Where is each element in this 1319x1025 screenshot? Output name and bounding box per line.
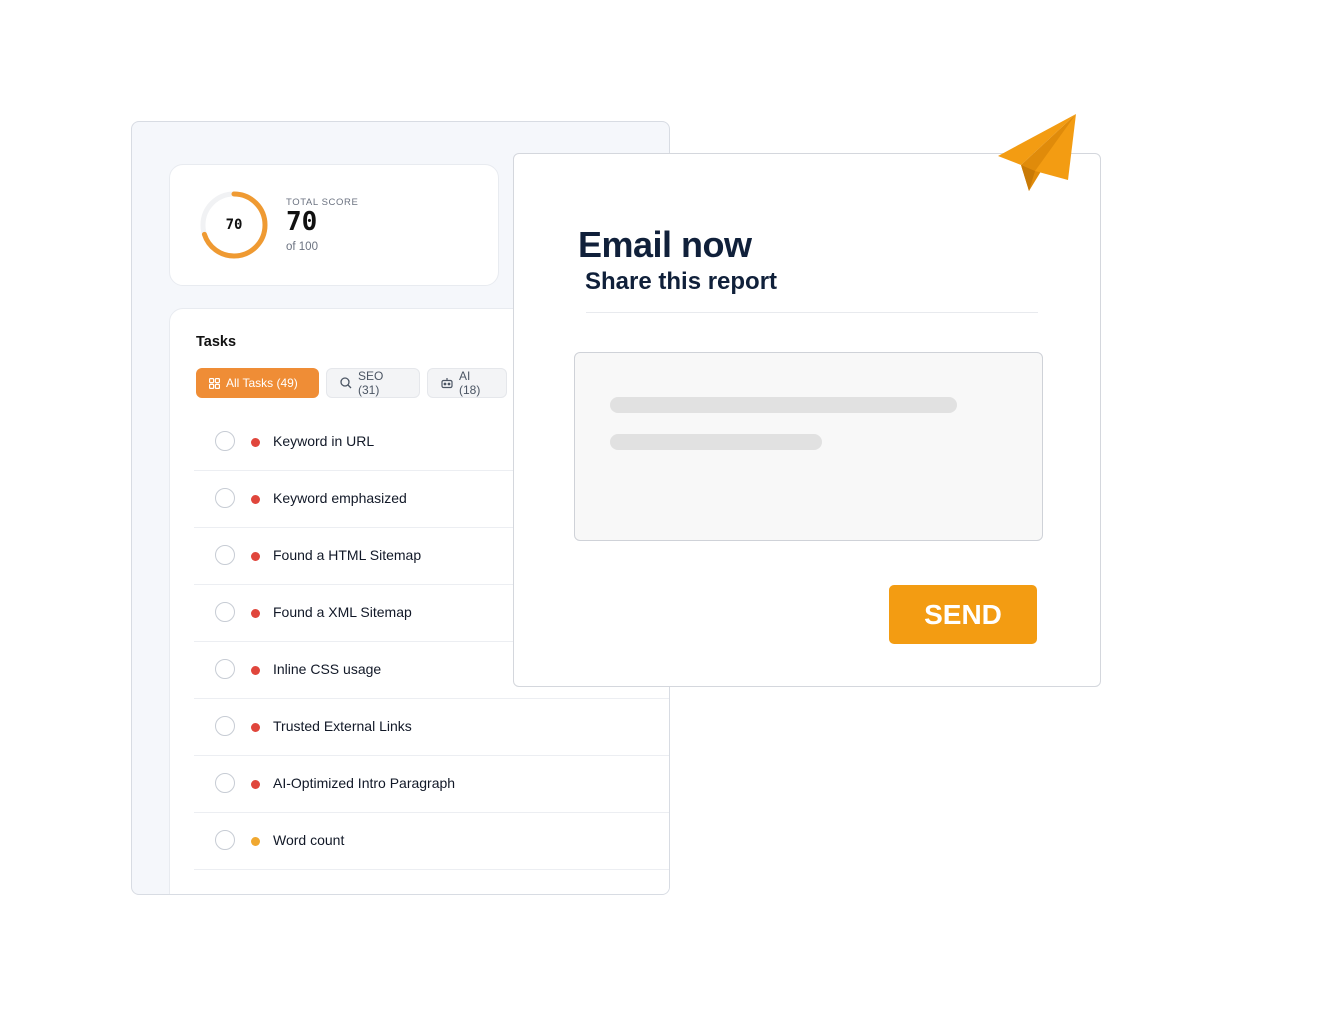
task-checkbox[interactable] (215, 716, 235, 736)
score-max: of 100 (286, 241, 318, 253)
divider (586, 312, 1038, 313)
task-label: Keyword emphasized (273, 490, 407, 506)
gauge-value: 70 (225, 217, 243, 233)
severity-dot (251, 723, 260, 732)
email-input-box[interactable] (574, 352, 1043, 541)
severity-dot (251, 780, 260, 789)
email-modal: Email now Share this report SEND (513, 153, 1101, 687)
task-label: Trusted External Links (273, 718, 412, 734)
send-button[interactable]: SEND (889, 585, 1037, 644)
filter-all-tasks[interactable]: All Tasks (49) (196, 368, 319, 398)
task-checkbox[interactable] (215, 431, 235, 451)
severity-dot (251, 552, 260, 561)
task-label: AI-Optimized Intro Paragraph (273, 775, 456, 791)
placeholder-line (610, 397, 957, 413)
severity-dot (251, 495, 260, 504)
task-row[interactable]: Word count (194, 812, 669, 870)
task-row[interactable]: AI-Optimized Intro Paragraph (194, 755, 669, 813)
task-label: Keyword in URL (273, 433, 375, 449)
tasks-title: Tasks (196, 334, 237, 350)
task-label: Word count (273, 832, 345, 848)
email-subtitle: Share this report (585, 268, 778, 295)
task-checkbox[interactable] (215, 488, 235, 508)
severity-dot (251, 609, 260, 618)
task-checkbox[interactable] (215, 773, 235, 793)
filter-all-tasks-label: All Tasks (49) (226, 376, 298, 390)
total-score-card: 70 TOTAL SCORE 70 of 100 (169, 164, 499, 286)
severity-dot (251, 837, 260, 846)
score-value: 70 (286, 207, 318, 237)
task-checkbox[interactable] (215, 830, 235, 850)
task-row[interactable]: Trusted External Links (194, 698, 669, 756)
robot-icon (441, 378, 453, 389)
task-checkbox[interactable] (215, 545, 235, 565)
email-title: Email now (578, 224, 752, 265)
task-label: Found a HTML Sitemap (273, 547, 422, 563)
severity-dot (251, 666, 260, 675)
filter-seo-label: SEO (31) (358, 369, 384, 397)
task-checkbox[interactable] (215, 659, 235, 679)
task-checkbox[interactable] (215, 602, 235, 622)
severity-dot (251, 438, 260, 447)
task-label: Found a XML Sitemap (273, 604, 412, 620)
search-icon (340, 377, 352, 389)
filter-ai[interactable]: AI (18) (427, 368, 507, 398)
placeholder-line (610, 434, 822, 450)
task-label: Inline CSS usage (273, 661, 382, 677)
paper-plane-icon (998, 114, 1076, 191)
filter-seo[interactable]: SEO (31) (326, 368, 420, 398)
filter-ai-label: AI (18) (459, 369, 481, 397)
grid-icon (209, 377, 220, 389)
